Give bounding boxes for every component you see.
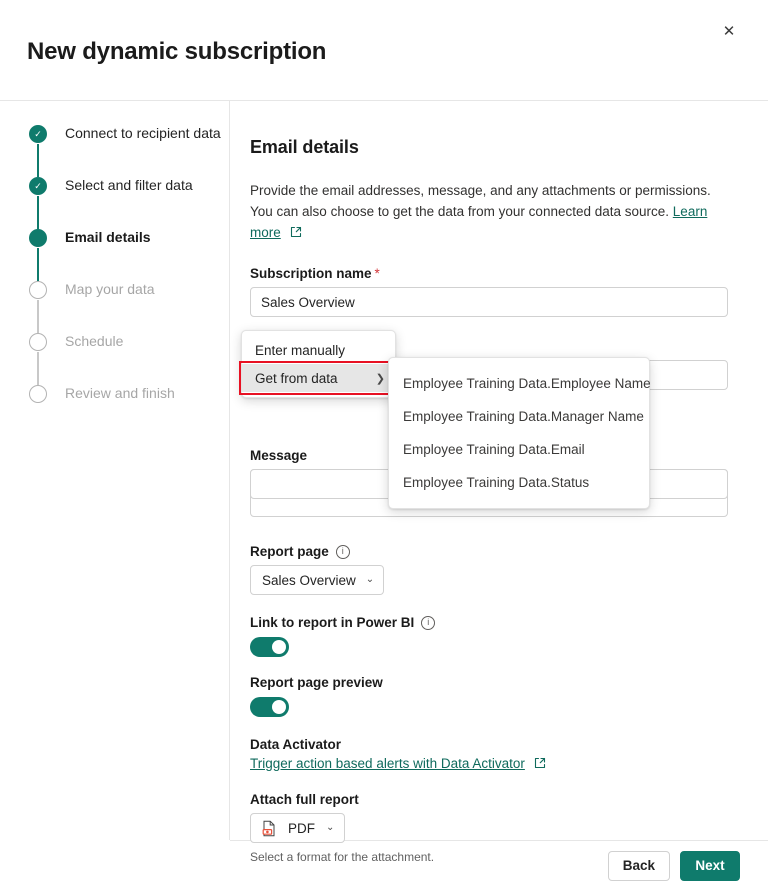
step-dot-current <box>29 229 47 247</box>
report-page-preview-label-text: Report page preview <box>250 675 383 690</box>
step-connector <box>37 352 39 385</box>
data-fields-submenu: Employee Training Data.Employee Name Emp… <box>388 357 651 509</box>
step-marker: ✓ <box>29 125 47 143</box>
toggle-knob <box>272 640 286 654</box>
check-icon: ✓ <box>34 128 42 139</box>
step-marker <box>29 281 47 299</box>
link-to-report-label-text: Link to report in Power BI <box>250 615 415 630</box>
chevron-down-icon: ⌄ <box>365 574 375 585</box>
report-page-value: Sales Overview <box>262 572 356 588</box>
step-label: Connect to recipient data <box>65 125 221 141</box>
section-description-text: Provide the email addresses, message, an… <box>250 183 711 219</box>
step-marker: ✓ <box>29 177 47 195</box>
subscription-name-label: Subscription name * <box>250 266 738 281</box>
dialog-footer: Back Next <box>230 840 768 890</box>
toggle-knob <box>272 700 286 714</box>
link-to-report-label: Link to report in Power BI i <box>250 615 738 630</box>
step-label: Map your data <box>65 281 155 297</box>
recipients-source-menu: Enter manually Get from data ❯ <box>239 330 398 398</box>
step-connector <box>37 196 39 229</box>
step-dot-pending <box>29 281 47 299</box>
data-activator-label: Data Activator <box>250 737 738 752</box>
attach-full-report-label: Attach full report <box>250 792 738 807</box>
menu-item-label: Get from data <box>255 370 338 386</box>
data-activator-label-text: Data Activator <box>250 737 342 752</box>
attach-full-report-label-text: Attach full report <box>250 792 359 807</box>
step-label: Email details <box>65 229 151 245</box>
submenu-item-employee-name[interactable]: Employee Training Data.Employee Name <box>389 367 651 400</box>
submenu-item-email[interactable]: Employee Training Data.Email <box>389 433 649 466</box>
submenu-item-status[interactable]: Employee Training Data.Status <box>389 466 649 499</box>
report-page-preview-label: Report page preview <box>250 675 738 690</box>
chevron-down-icon: ⌄ <box>326 822 335 833</box>
step-marker <box>29 333 47 351</box>
step-label: Schedule <box>65 333 124 349</box>
step-marker <box>29 385 47 403</box>
sidebar-item-connect-to-recipient-data[interactable]: ✓ Connect to recipient data <box>0 125 229 177</box>
data-activator-link-block: Trigger action based alerts with Data Ac… <box>250 756 738 772</box>
menu-item-get-from-data[interactable]: Get from data ❯ <box>239 361 398 395</box>
link-to-report-toggle[interactable] <box>250 637 289 657</box>
attachment-format-dropdown[interactable]: PDF ⌄ <box>250 813 346 843</box>
wizard-steps-rail: ✓ Connect to recipient data ✓ Select and… <box>0 101 230 840</box>
pdf-file-icon <box>261 820 277 837</box>
report-page-dropdown[interactable]: Sales Overview ⌄ <box>250 565 385 595</box>
step-label: Review and finish <box>65 385 175 401</box>
sidebar-item-select-and-filter-data[interactable]: ✓ Select and filter data <box>0 177 229 229</box>
sidebar-item-map-your-data[interactable]: Map your data <box>0 281 229 333</box>
subscription-name-input[interactable] <box>250 287 728 317</box>
info-icon[interactable]: i <box>421 615 436 630</box>
report-page-label-text: Report page <box>250 544 329 559</box>
step-connector <box>37 248 39 281</box>
sidebar-item-review-and-finish[interactable]: Review and finish <box>0 385 229 437</box>
attachment-format-value: PDF <box>288 820 315 836</box>
submenu-item-manager-name[interactable]: Employee Training Data.Manager Name <box>389 400 649 433</box>
dialog-header: New dynamic subscription ✕ <box>0 0 768 101</box>
email-details-pane: Email details Provide the email addresse… <box>230 101 768 864</box>
info-icon[interactable]: i <box>335 544 350 559</box>
dialog-body: ✓ Connect to recipient data ✓ Select and… <box>0 101 768 864</box>
chevron-right-icon: ❯ <box>375 372 385 385</box>
data-activator-link[interactable]: Trigger action based alerts with Data Ac… <box>250 756 525 771</box>
section-description: Provide the email addresses, message, an… <box>250 180 730 244</box>
required-marker: * <box>374 266 380 281</box>
attachment-hint: Select a format for the attachment. <box>250 850 435 864</box>
sidebar-item-schedule[interactable]: Schedule <box>0 333 229 385</box>
page-title: New dynamic subscription <box>27 38 327 65</box>
step-connector <box>37 144 39 177</box>
step-dot-pending <box>29 385 47 403</box>
step-dot-pending <box>29 333 47 351</box>
step-label: Select and filter data <box>65 177 193 193</box>
sidebar-item-email-details[interactable]: Email details <box>0 229 229 281</box>
check-icon: ✓ <box>34 180 42 191</box>
step-connector <box>37 300 39 333</box>
external-link-icon[interactable] <box>290 223 302 244</box>
section-title: Email details <box>250 137 359 157</box>
report-page-preview-toggle[interactable] <box>250 697 289 717</box>
subscription-name-label-text: Subscription name <box>250 266 372 281</box>
menu-item-enter-manually[interactable]: Enter manually <box>242 336 395 364</box>
step-marker <box>29 229 47 247</box>
close-icon[interactable]: ✕ <box>716 18 742 44</box>
message-label-text: Message <box>250 448 308 463</box>
external-link-icon[interactable] <box>534 757 546 772</box>
menu-item-label: Enter manually <box>255 342 346 358</box>
report-page-label: Report page i <box>250 544 738 559</box>
